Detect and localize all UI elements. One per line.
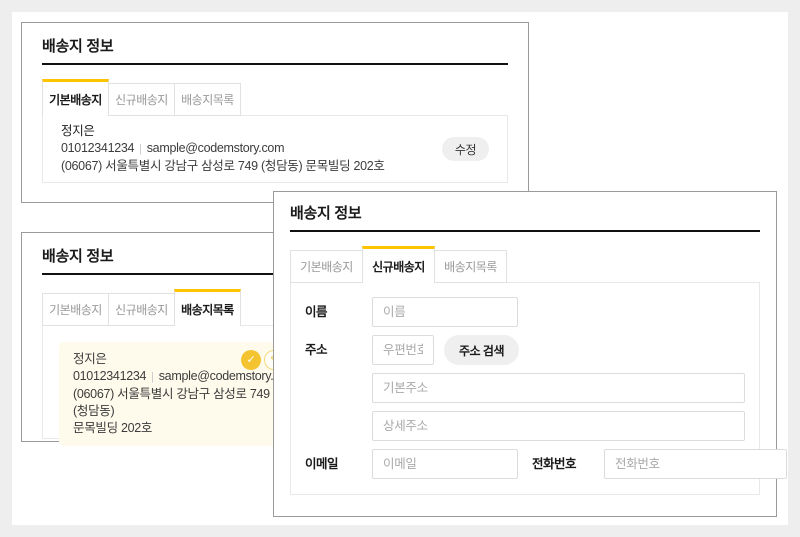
tab-new-address[interactable]: 신규배송지: [108, 83, 175, 116]
address-search-button[interactable]: 주소 검색: [444, 335, 519, 365]
recipient-address: (06067) 서울특별시 강남구 삼성로 749 (청담동) 문목빌딩 202…: [61, 158, 385, 175]
tab-bar: 기본배송지 신규배송지 배송지목록: [42, 79, 508, 116]
recipient-contact: 01012341234|sample@codemstory.com: [73, 368, 277, 386]
recipient-address-line2: 문목빌딩 202호: [73, 420, 277, 437]
recipient-info: 정지은 01012341234|sample@codemstory.com (0…: [61, 123, 385, 175]
new-address-card: 배송지 정보 기본배송지 신규배송지 배송지목록 이름 주소 주소 검색: [273, 191, 777, 517]
tab-default-address[interactable]: 기본배송지: [42, 293, 109, 326]
check-icon[interactable]: ✓: [241, 350, 261, 370]
default-address-card: 배송지 정보 기본배송지 신규배송지 배송지목록 정지은 01012341234…: [21, 22, 529, 203]
tab-new-address[interactable]: 신규배송지: [362, 246, 435, 283]
recipient-address-line1: (06067) 서울특별시 강남구 삼성로 749 (청담동): [73, 386, 277, 420]
title-divider: [42, 63, 508, 65]
address-list-item[interactable]: ✓ ✎ 정지은 01012341234|sample@codemstory.co…: [59, 342, 291, 446]
email-phone-row: 이메일 전화번호: [305, 449, 745, 479]
tab-default-address[interactable]: 기본배송지: [290, 250, 363, 283]
contact-separator: |: [146, 371, 159, 383]
name-field[interactable]: [372, 297, 518, 327]
zip-row: 주소 주소 검색: [305, 335, 745, 365]
detail-address-row: [305, 411, 745, 441]
contact-separator: |: [134, 143, 147, 155]
edit-button[interactable]: 수정: [442, 137, 489, 161]
card-title: 배송지 정보: [42, 37, 508, 57]
tab-address-list[interactable]: 배송지목록: [434, 250, 507, 283]
base-address-row: [305, 373, 745, 403]
recipient-phone: 01012341234: [61, 141, 134, 155]
tab-address-list[interactable]: 배송지목록: [174, 83, 241, 116]
base-address-field[interactable]: [372, 373, 745, 403]
phone-field[interactable]: [604, 449, 787, 479]
name-row: 이름: [305, 297, 745, 327]
tab-new-address[interactable]: 신규배송지: [108, 293, 175, 326]
recipient-contact: 01012341234|sample@codemstory.com: [61, 140, 385, 158]
tab-default-address[interactable]: 기본배송지: [42, 79, 109, 116]
tab-bar: 기본배송지 신규배송지 배송지목록: [290, 246, 760, 283]
zip-field[interactable]: [372, 335, 434, 365]
card-title: 배송지 정보: [290, 204, 760, 224]
address-label: 주소: [305, 335, 372, 365]
recipient-name: 정지은: [61, 123, 385, 140]
recipient-email: sample@codemstory.com: [147, 141, 284, 155]
tab-address-list[interactable]: 배송지목록: [174, 289, 241, 326]
phone-label: 전화번호: [532, 449, 604, 479]
detail-address-field[interactable]: [372, 411, 745, 441]
title-divider: [290, 230, 760, 232]
email-field[interactable]: [372, 449, 518, 479]
email-label: 이메일: [305, 449, 372, 479]
name-label: 이름: [305, 297, 372, 327]
new-address-form: 이름 주소 주소 검색 이메일 전화번호: [290, 282, 760, 495]
recipient-info-panel: 정지은 01012341234|sample@codemstory.com (0…: [42, 115, 508, 183]
recipient-phone: 01012341234: [73, 369, 146, 383]
page-background: 배송지 정보 기본배송지 신규배송지 배송지목록 정지은 01012341234…: [0, 0, 800, 537]
